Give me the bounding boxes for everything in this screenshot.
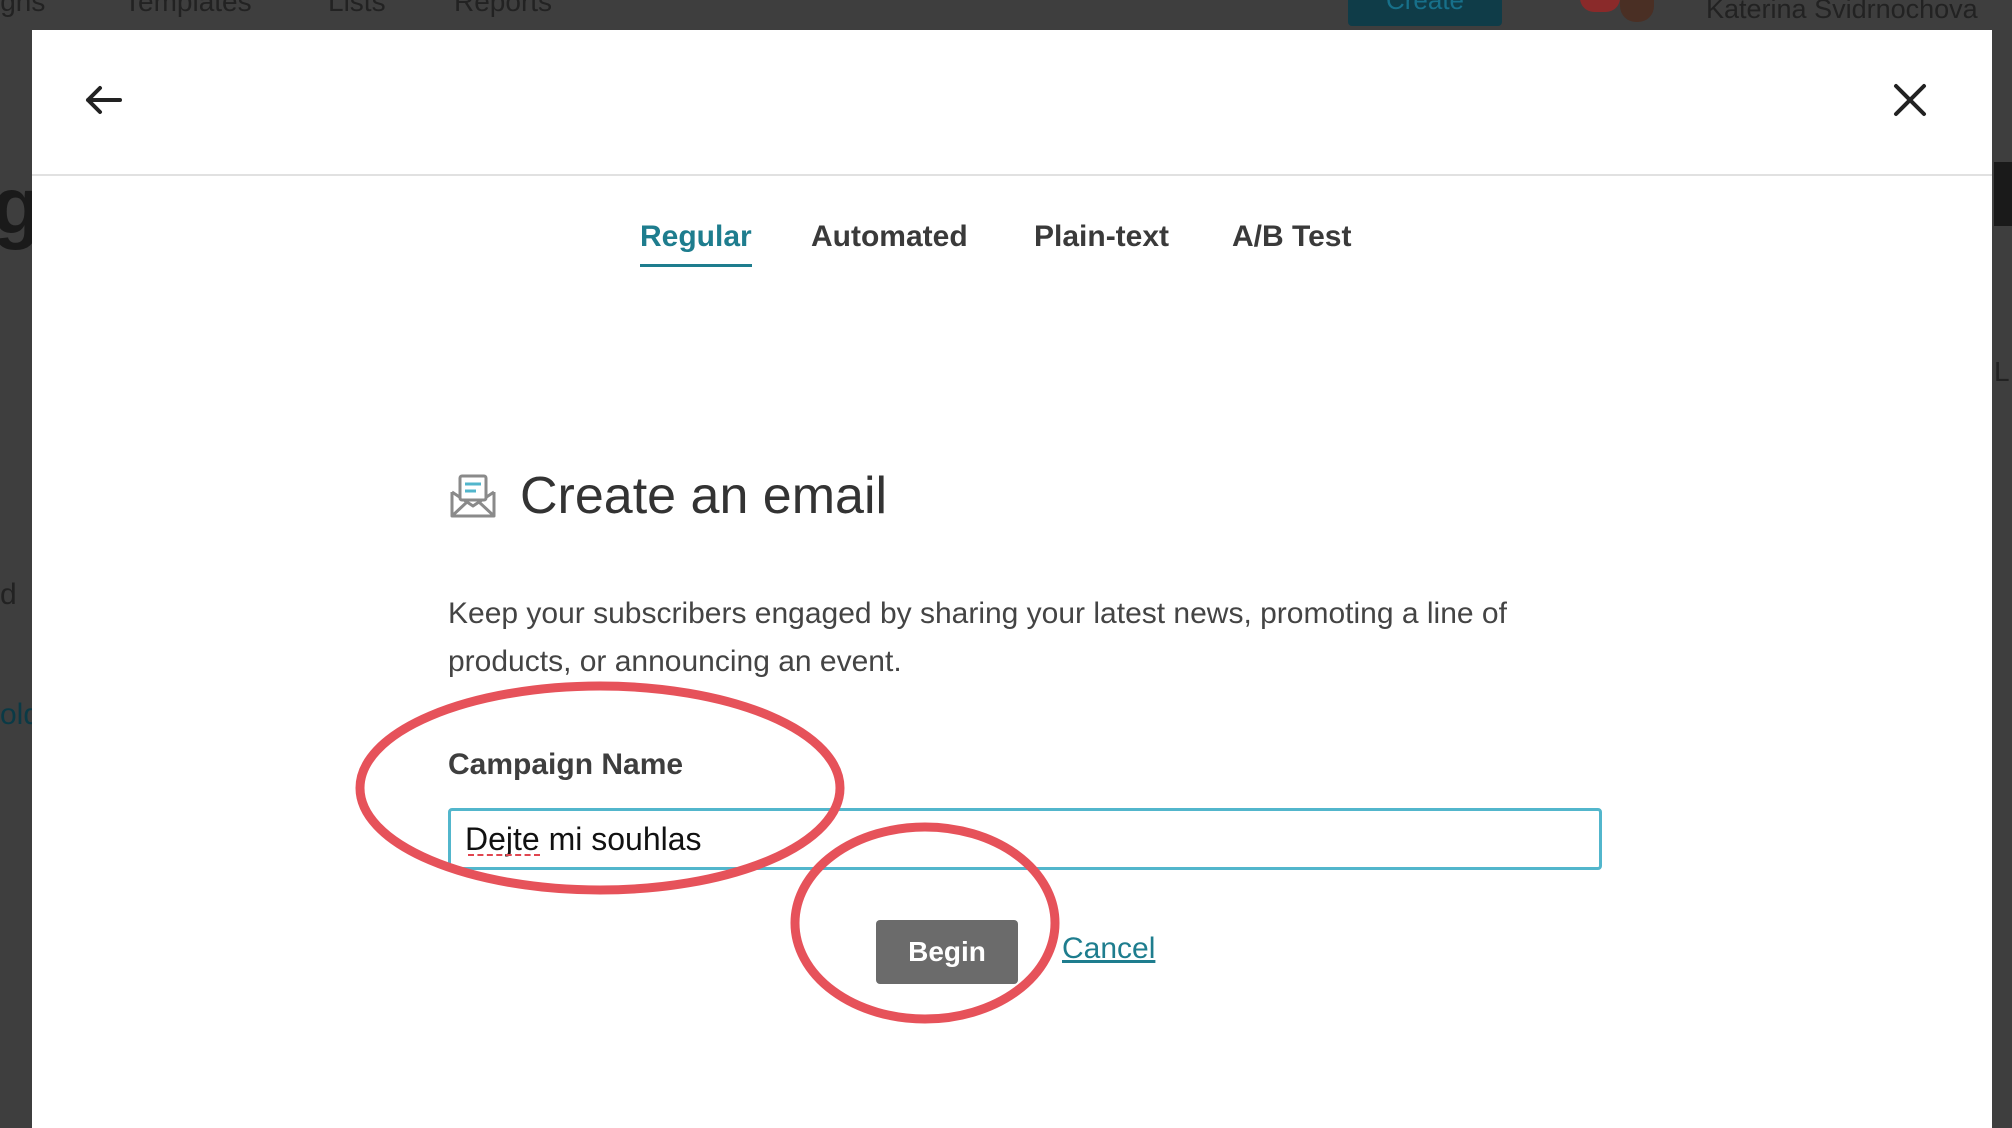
cancel-link[interactable]: Cancel <box>1062 932 1155 966</box>
bg-nav-reports: Reports <box>454 0 553 17</box>
campaign-name-label: Campaign Name <box>448 748 684 781</box>
tab-automated[interactable]: Automated <box>811 220 968 264</box>
bg-right-text: L <box>1994 356 2010 387</box>
spellcheck-underline <box>468 850 540 856</box>
email-envelope-icon <box>448 472 498 522</box>
arrow-left-icon[interactable] <box>76 72 132 128</box>
modal-header <box>32 30 1992 176</box>
begin-button[interactable]: Begin <box>876 920 1018 984</box>
close-icon[interactable] <box>1882 72 1938 128</box>
bg-nav-campaigns: igns <box>0 0 46 17</box>
campaign-type-tabs: Regular Automated Plain-text A/B Test <box>32 220 1992 300</box>
bg-nav-templates: Templates <box>124 0 252 17</box>
tab-regular[interactable]: Regular <box>640 220 752 267</box>
bg-nav-lists: Lists <box>328 0 386 17</box>
tab-ab-test[interactable]: A/B Test <box>1232 220 1351 264</box>
page-title: Create an email <box>520 467 888 525</box>
bg-side-text: d <box>0 578 17 611</box>
bg-create-button: Create <box>1348 0 1502 26</box>
avatar <box>1580 0 1676 22</box>
description-text: Keep your subscribers engaged by sharing… <box>448 597 1507 678</box>
create-campaign-modal: Regular Automated Plain-text A/B Test Cr… <box>32 30 1992 1128</box>
bg-user-name: Katerina Svidrnochova <box>1706 0 1978 24</box>
bg-right-bar <box>1994 162 2012 226</box>
tab-plain-text[interactable]: Plain-text <box>1034 220 1169 264</box>
campaign-name-input[interactable] <box>448 808 1602 870</box>
